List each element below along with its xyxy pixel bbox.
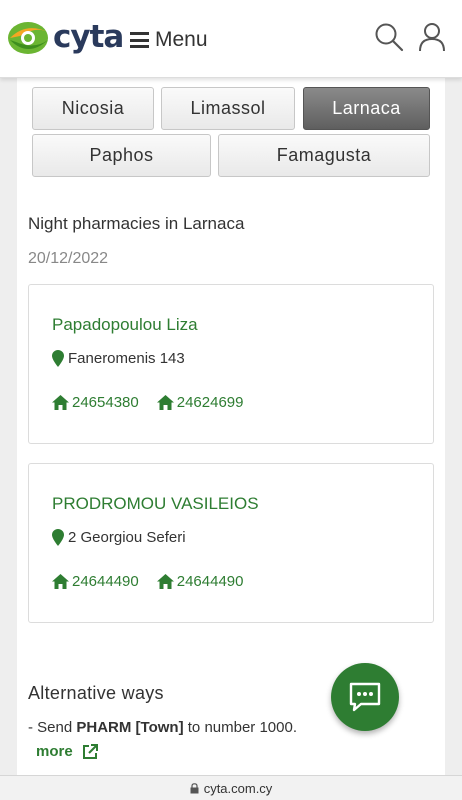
city-button-limassol[interactable]: Limassol bbox=[161, 87, 295, 130]
alt-text-prefix: - Send bbox=[28, 719, 77, 736]
menu-button[interactable]: Menu bbox=[130, 26, 208, 54]
cyta-logo[interactable]: cyta bbox=[6, 16, 124, 60]
phone-list: 24654380 24624699 bbox=[52, 394, 262, 411]
alternative-ways-text: - Send PHARM [Town] to number 1000. bbox=[28, 719, 297, 736]
map-pin-icon bbox=[52, 350, 64, 367]
pharmacy-name: Papadopoulou Liza bbox=[52, 315, 198, 334]
chat-button[interactable] bbox=[331, 663, 399, 731]
site-header: cyta Menu bbox=[0, 0, 462, 78]
lock-icon bbox=[190, 782, 199, 793]
address-text: Faneromenis 143 bbox=[68, 350, 185, 367]
alternative-ways-heading: Alternative ways bbox=[28, 683, 164, 703]
menu-label: Menu bbox=[155, 28, 208, 51]
phone-link[interactable]: 24644490 bbox=[156, 573, 244, 590]
date-label: 20/12/2022 bbox=[28, 250, 109, 267]
search-icon[interactable] bbox=[374, 22, 404, 52]
phone-number: 24644490 bbox=[72, 573, 139, 590]
pharmacy-address: Faneromenis 143 bbox=[52, 350, 185, 367]
more-label: more bbox=[36, 743, 73, 760]
alt-keyword: PHARM bbox=[76, 719, 132, 736]
phone-number: 24654380 bbox=[72, 394, 139, 411]
city-button-famagusta[interactable]: Famagusta bbox=[218, 134, 430, 177]
phone-link[interactable]: 24624699 bbox=[156, 394, 244, 411]
phone-list: 24644490 24644490 bbox=[52, 573, 262, 590]
alt-text-suffix: to number 1000. bbox=[183, 719, 298, 736]
page-title: Night pharmacies in Larnaca bbox=[28, 214, 245, 233]
cyta-logo-icon bbox=[8, 22, 48, 54]
home-phone-icon bbox=[156, 395, 174, 410]
url-text: cyta.com.cy bbox=[203, 780, 273, 796]
pharmacy-card: PRODROMOU VASILEIOS 2 Georgiou Seferi 24… bbox=[28, 463, 434, 623]
map-pin-icon bbox=[52, 529, 64, 546]
phone-number: 24624699 bbox=[176, 394, 244, 411]
user-icon[interactable] bbox=[418, 22, 446, 52]
hamburger-icon bbox=[130, 32, 149, 48]
external-link-icon bbox=[82, 743, 98, 759]
pharmacy-name: PRODROMOU VASILEIOS bbox=[52, 494, 259, 513]
pharmacy-card: Papadopoulou Liza Faneromenis 143 246543… bbox=[28, 284, 434, 444]
phone-number: 24644490 bbox=[176, 573, 244, 590]
address-text: 2 Georgiou Seferi bbox=[68, 529, 186, 546]
city-button-nicosia[interactable]: Nicosia bbox=[32, 87, 154, 130]
logo-text: cyta bbox=[53, 19, 124, 55]
home-phone-icon bbox=[52, 395, 69, 410]
alt-town: [Town] bbox=[135, 719, 184, 736]
city-button-larnaca[interactable]: Larnaca bbox=[303, 87, 430, 130]
browser-url-bar[interactable]: cyta.com.cy bbox=[0, 775, 462, 800]
city-button-paphos[interactable]: Paphos bbox=[32, 134, 211, 177]
phone-link[interactable]: 24654380 bbox=[52, 394, 139, 411]
more-link[interactable]: more bbox=[36, 743, 98, 760]
pharmacy-address: 2 Georgiou Seferi bbox=[52, 529, 186, 546]
phone-link[interactable]: 24644490 bbox=[52, 573, 139, 590]
home-phone-icon bbox=[52, 574, 69, 589]
home-phone-icon bbox=[156, 574, 174, 589]
chat-icon bbox=[349, 682, 381, 712]
